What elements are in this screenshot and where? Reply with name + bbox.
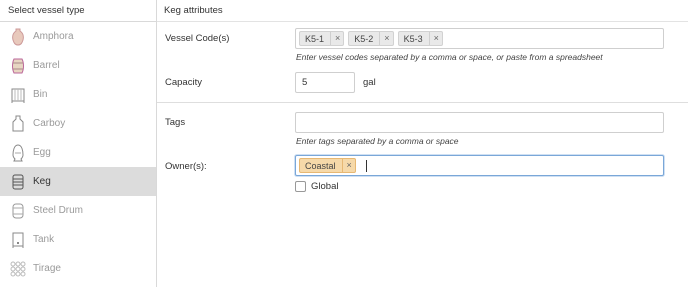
sidebar-item-steel-drum[interactable]: Steel Drum bbox=[0, 196, 156, 225]
sidebar-item-label: Amphora bbox=[33, 31, 74, 42]
tank-icon bbox=[10, 231, 26, 249]
sidebar-item-carboy[interactable]: Carboy bbox=[0, 109, 156, 138]
capacity-label: Capacity bbox=[165, 77, 202, 88]
remove-chip-button[interactable]: × bbox=[428, 32, 439, 45]
sidebar-item-label: Barrel bbox=[33, 60, 60, 71]
sidebar-item-label: Tank bbox=[33, 234, 55, 245]
tags-label: Tags bbox=[165, 117, 186, 128]
capacity-unit: gal bbox=[363, 77, 376, 88]
steel-drum-icon bbox=[10, 202, 26, 220]
sidebar-item-barrel[interactable]: Barrel bbox=[0, 51, 156, 80]
bin-icon bbox=[10, 86, 26, 104]
vessel-code-chip: K5-2 × bbox=[348, 31, 394, 46]
vessel-codes-hint: Enter vessel codes separated by a comma … bbox=[296, 52, 603, 62]
amphora-icon bbox=[10, 28, 26, 46]
vessel-type-list: Amphora Barrel Bin Carboy Egg Keg Steel … bbox=[0, 22, 156, 283]
owners-input[interactable]: Coastal × bbox=[295, 155, 664, 176]
chip-label: K5-1 bbox=[305, 33, 325, 44]
remove-chip-button[interactable]: × bbox=[330, 32, 340, 45]
sidebar-item-tirage[interactable]: Tirage bbox=[0, 254, 156, 283]
remove-chip-button[interactable]: × bbox=[379, 32, 390, 45]
sidebar-item-bin[interactable]: Bin bbox=[0, 80, 156, 109]
sidebar-item-tank[interactable]: Tank bbox=[0, 225, 156, 254]
tags-hint: Enter tags separated by a comma or space bbox=[296, 136, 459, 146]
vessel-codes-input[interactable]: K5-1 × K5-2 × K5-3 × bbox=[295, 28, 664, 49]
global-label: Global bbox=[311, 181, 339, 192]
tirage-icon bbox=[10, 260, 26, 278]
vessel-type-sidebar: Select vessel type Amphora Barrel Bin Ca… bbox=[0, 0, 157, 287]
sidebar-item-label: Keg bbox=[33, 176, 51, 187]
keg-attributes-panel: Keg attributes Vessel Code(s) K5-1 × K5-… bbox=[157, 0, 688, 287]
sidebar-item-label: Carboy bbox=[33, 118, 66, 129]
sidebar-item-keg[interactable]: Keg bbox=[0, 167, 156, 196]
sidebar-item-amphora[interactable]: Amphora bbox=[0, 22, 156, 51]
egg-icon bbox=[10, 143, 26, 162]
vessel-code-chip: K5-1 × bbox=[299, 31, 345, 46]
sidebar-item-egg[interactable]: Egg bbox=[0, 138, 156, 167]
capacity-input[interactable]: 5 bbox=[295, 72, 355, 93]
sidebar-item-label: Bin bbox=[33, 89, 48, 100]
sidebar-item-label: Steel Drum bbox=[33, 205, 84, 216]
sidebar-item-label: Egg bbox=[33, 147, 51, 158]
chip-label: K5-3 bbox=[403, 33, 423, 44]
barrel-icon bbox=[10, 57, 26, 75]
vessel-codes-label: Vessel Code(s) bbox=[165, 33, 230, 44]
global-checkbox[interactable] bbox=[295, 181, 306, 192]
section-divider bbox=[157, 102, 688, 103]
global-option[interactable]: Global bbox=[295, 181, 338, 192]
text-caret bbox=[365, 159, 367, 172]
keg-icon bbox=[10, 173, 26, 191]
sidebar-title: Select vessel type bbox=[0, 0, 156, 22]
tags-input[interactable] bbox=[295, 112, 664, 133]
sidebar-item-label: Tirage bbox=[33, 263, 61, 274]
panel-title: Keg attributes bbox=[157, 0, 688, 22]
chip-label: Coastal bbox=[305, 160, 336, 171]
carboy-icon bbox=[10, 115, 26, 133]
remove-chip-button[interactable]: × bbox=[341, 159, 352, 172]
vessel-code-chip: K5-3 × bbox=[397, 31, 443, 46]
owners-label: Owner(s): bbox=[165, 161, 207, 172]
owner-chip: Coastal × bbox=[299, 158, 356, 173]
chip-label: K5-2 bbox=[354, 33, 374, 44]
